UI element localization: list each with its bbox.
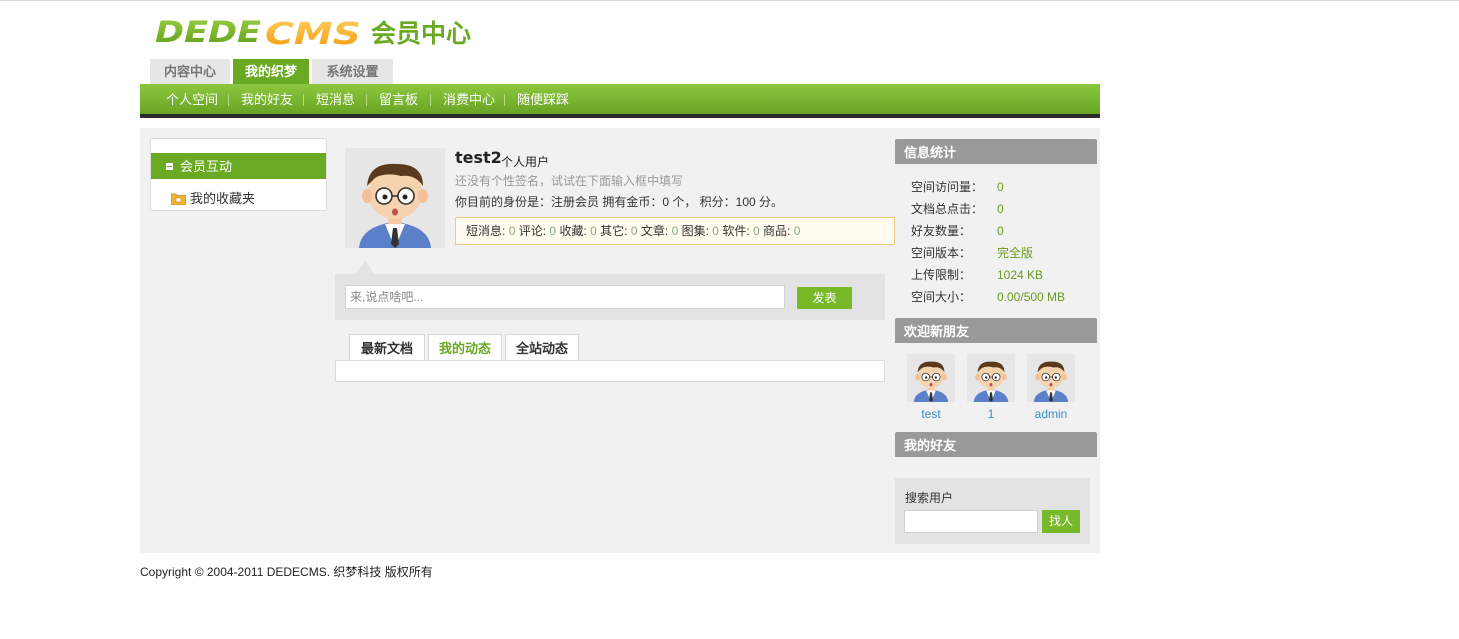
left-sidebar: 会员互动 我的收藏夹 [150,138,327,211]
friend-avatar [907,354,955,402]
stat-label: 图集: [681,224,709,238]
stat-label: 商品: [763,224,791,238]
stat-value: 0 [549,224,557,238]
user-identity: 你目前的身份是：注册会员 拥有金币：0 个， 积分：100 分。 [455,195,784,209]
tab-latest-documents[interactable]: 最新文档 [349,334,425,360]
subnav-divider [228,94,229,106]
main-content: 会员互动 我的收藏夹 test2 个人用户 还没有个性签名，试试在下面输入框中填… [140,128,1100,553]
stat-label: 其它: [600,224,628,238]
friend-avatar [967,354,1015,402]
stat-row: 空间大小： 0.00/500 MB [911,288,1065,310]
feed-content [335,360,885,382]
tab-my-dede[interactable]: 我的织梦 [233,59,309,84]
tab-my-activity[interactable]: 我的动态 [428,334,502,360]
status-post-box: 发表 [335,274,885,320]
subnav-divider [303,94,304,106]
stat-row: 空间访问量： 0 [911,178,1004,200]
info-stats-title: 信息统计 [895,139,1097,164]
stat-label: 文档总点击： [911,202,984,216]
stat-label: 评论: [518,224,547,238]
subnav-consume-center[interactable]: 消费中心 [443,84,495,114]
user-search-input[interactable] [904,510,1038,533]
user-avatar[interactable] [345,148,445,248]
stat-label: 文章: [640,224,669,238]
stat-label: 收藏: [559,224,587,238]
username: test2 [455,148,502,167]
stat-row: 好友数量： 0 [911,222,1004,244]
stat-row: 上传限制： 1024 KB [911,266,1043,288]
stat-value: 0 [793,224,801,238]
activity-stats: 短消息: 0 评论: 0 收藏: 0 其它: 0 文章: 0 图集: 0 软件:… [455,217,895,245]
friend-name[interactable]: admin [1017,407,1085,421]
stat-label: 软件: [722,224,750,238]
user-search-label: 搜索用户 [905,491,954,505]
friend-card[interactable]: test [907,354,955,421]
stat-value: 0 [671,224,679,238]
new-friends-title: 欢迎新朋友 [895,318,1097,343]
subnav-my-friends[interactable]: 我的好友 [241,84,293,114]
stat-value: 完全版 [997,246,1034,260]
stat-label: 上传限制： [911,268,972,282]
stat-value: 0 [997,202,1004,216]
user-signature: 还没有个性签名，试试在下面输入框中填写 [455,174,684,188]
sidebar-group-member-interaction[interactable]: 会员互动 [151,153,326,179]
footer-copyright: Copyright © 2004-2011 DEDECMS. 织梦科技 版权所有 [140,565,433,579]
tab-content-center[interactable]: 内容中心 [150,59,230,84]
status-input[interactable] [345,285,785,309]
subnav-random-browse[interactable]: 随便踩踩 [517,84,569,114]
stat-value: 0.00/500 MB [997,290,1066,304]
subnav-divider [430,94,431,106]
collapse-icon [166,163,173,170]
speech-pointer [356,260,374,274]
subnav-messages[interactable]: 短消息 [316,84,355,114]
stat-value: 0 [508,224,516,238]
tab-system-settings[interactable]: 系统设置 [312,59,393,84]
stat-label: 好友数量： [911,224,972,238]
new-friends-list: test 1 admin [907,354,1087,424]
folder-icon [171,193,186,205]
top-border [0,0,1459,1]
stat-value: 0 [997,224,1004,238]
logo-cms-text: CMS [265,17,361,50]
stat-value: 0 [997,180,1004,194]
my-friends-title: 我的好友 [895,432,1097,457]
stat-value: 0 [590,224,597,238]
stat-label: 空间版本： [911,246,972,260]
friend-name[interactable]: test [897,407,965,421]
stat-label: 空间访问量： [911,180,984,194]
dedecms-logo[interactable]: DEDE CMS 会员中心 [153,14,483,50]
subnav-personal-space[interactable]: 个人空间 [166,84,218,114]
friend-name[interactable]: 1 [957,407,1025,421]
logo-suffix: 会员中心 [371,19,471,48]
find-user-button[interactable]: 找人 [1042,510,1080,533]
tab-site-activity[interactable]: 全站动态 [505,334,579,360]
friend-card[interactable]: 1 [967,354,1015,421]
sidebar-group-label: 会员互动 [180,159,233,174]
stat-value: 0 [630,224,638,238]
sub-navigation: 个人空间 我的好友 短消息 留言板 消费中心 随便踩踩 [140,84,1100,118]
logo-dede-text: DEDE [155,15,261,49]
friend-card[interactable]: admin [1027,354,1075,421]
stat-value: 0 [753,224,760,238]
subnav-divider [366,94,367,106]
user-type: 个人用户 [501,155,550,169]
stat-row: 空间版本： 完全版 [911,244,1033,266]
stat-row: 文档总点击： 0 [911,200,1004,222]
sidebar-item-label: 我的收藏夹 [190,191,256,206]
subnav-divider [504,94,505,106]
post-button[interactable]: 发表 [797,287,852,309]
friend-avatar [1027,354,1075,402]
stat-value: 0 [712,224,719,238]
stat-label: 空间大小： [911,290,972,304]
stat-label: 短消息: [466,224,506,238]
user-search-panel: 搜索用户 找人 [895,478,1090,544]
subnav-guestbook[interactable]: 留言板 [379,84,418,114]
stat-value: 1024 KB [997,268,1044,282]
